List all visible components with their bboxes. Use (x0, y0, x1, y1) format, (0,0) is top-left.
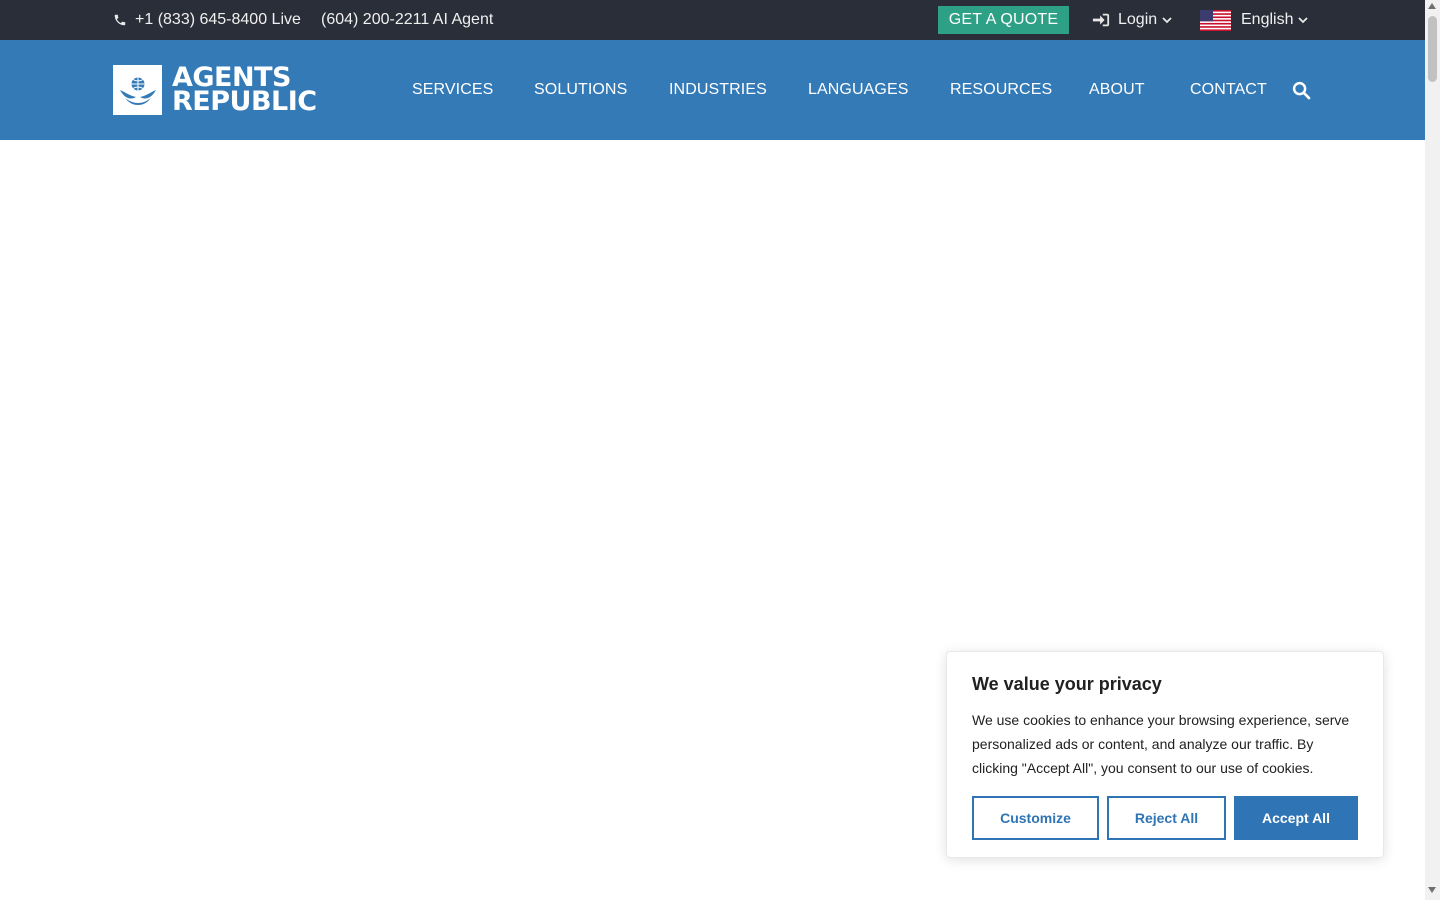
reject-all-button[interactable]: Reject All (1107, 796, 1226, 840)
accept-all-button[interactable]: Accept All (1234, 796, 1358, 840)
phone-icon (114, 14, 126, 26)
language-label: English (1241, 11, 1294, 28)
globe-wings-icon (119, 77, 156, 105)
us-flag-icon (1200, 9, 1231, 31)
search-icon[interactable] (1292, 81, 1311, 100)
get-a-quote-button[interactable]: GET A QUOTE (938, 6, 1069, 34)
phone-ai-link[interactable]: (604) 200-2211 AI Agent (321, 0, 493, 40)
nav-resources[interactable]: RESOURCES (950, 40, 1052, 140)
login-dropdown[interactable]: Login (1092, 0, 1172, 40)
logo-line-2: REPUBLIC (172, 86, 317, 117)
cookie-consent-banner: We value your privacy We use cookies to … (946, 651, 1384, 858)
language-selector[interactable]: English (1200, 0, 1309, 40)
site-logo[interactable]: AGENTS REPUBLIC (113, 64, 333, 117)
chevron-down-icon (1162, 17, 1172, 24)
nav-contact[interactable]: CONTACT (1190, 40, 1267, 140)
logo-wordmark: AGENTS REPUBLIC (172, 64, 317, 117)
cookie-description: We use cookies to enhance your browsing … (972, 712, 1350, 776)
scroll-down-arrow-icon[interactable] (1428, 887, 1436, 893)
phone-live-link[interactable]: +1 (833) 645-8400 Live (113, 0, 301, 40)
customize-button[interactable]: Customize (972, 796, 1099, 840)
login-label: Login (1118, 11, 1158, 28)
scroll-up-arrow-icon[interactable] (1428, 3, 1436, 9)
nav-about[interactable]: ABOUT (1089, 40, 1145, 140)
main-header: AGENTS REPUBLIC SERVICES SOLUTIONS INDUS… (0, 40, 1425, 140)
login-icon (1092, 13, 1110, 27)
nav-industries[interactable]: INDUSTRIES (669, 40, 767, 140)
cookie-title: We value your privacy (972, 674, 1162, 694)
nav-services[interactable]: SERVICES (412, 40, 493, 140)
page: +1 (833) 645-8400 Live (604) 200-2211 AI… (0, 0, 1425, 900)
phone-ai-text: (604) 200-2211 AI Agent (321, 11, 494, 28)
phone-live-text: +1 (833) 645-8400 Live (135, 11, 301, 28)
globe-logo-icon (113, 65, 162, 115)
top-bar: +1 (833) 645-8400 Live (604) 200-2211 AI… (0, 0, 1425, 40)
nav-languages[interactable]: LANGUAGES (808, 40, 909, 140)
nav-solutions[interactable]: SOLUTIONS (534, 40, 627, 140)
scrollbar-thumb[interactable] (1428, 16, 1437, 82)
chevron-down-icon (1298, 17, 1309, 24)
vertical-scrollbar[interactable] (1425, 0, 1440, 900)
